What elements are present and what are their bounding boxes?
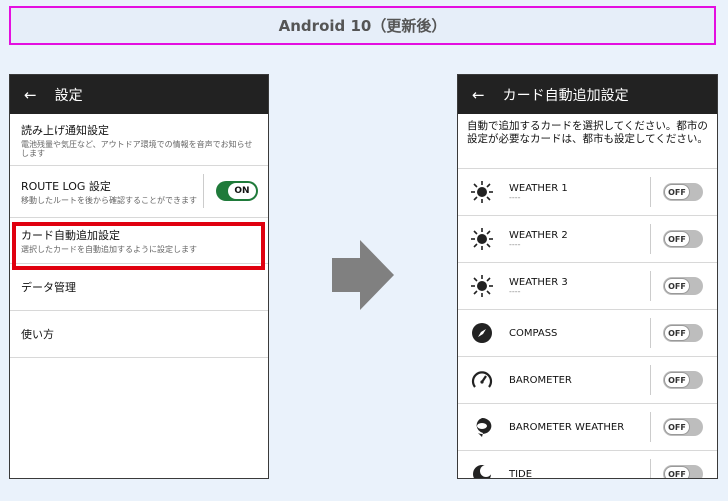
toggle-wrap: OFF	[650, 318, 703, 348]
back-arrow-icon[interactable]: ←	[472, 86, 485, 104]
card-auto-add-appbar: ← カード自動追加設定	[458, 75, 717, 114]
item-subtitle: 電池残量や気圧など、アウトドア環境での情報を音声でお知らせします	[21, 139, 253, 158]
card-row-compass[interactable]: COMPASS OFF	[458, 310, 717, 357]
card-toggle[interactable]: OFF	[663, 230, 703, 248]
card-row-weather-1[interactable]: WEATHER 1 ---- OFF	[458, 169, 717, 216]
sun-icon	[470, 180, 494, 204]
item-title: ROUTE LOG 設定	[21, 180, 111, 193]
settings-item-voice-notification[interactable]: 読み上げ通知設定 電池残量や気圧など、アウトドア環境での情報を音声でお知らせしま…	[10, 114, 268, 166]
item-subtitle: 選択したカードを自動追加するように設定します	[21, 245, 197, 254]
toggle-wrap: OFF	[650, 412, 703, 442]
card-auto-add-screen: ← カード自動追加設定 自動で追加するカードを選択してください。都市の設定が必要…	[457, 74, 718, 479]
toggle-label: OFF	[664, 184, 690, 200]
card-row-barometer[interactable]: BAROMETER OFF	[458, 357, 717, 404]
description-text: 自動で追加するカードを選択してください。都市の設定が必要なカードは、都市も設定し…	[458, 114, 717, 169]
toggle-label: OFF	[664, 372, 690, 388]
item-title: 読み上げ通知設定	[21, 123, 109, 137]
card-toggle[interactable]: OFF	[663, 324, 703, 342]
card-toggle[interactable]: OFF	[663, 183, 703, 201]
route-log-toggle[interactable]: ON	[216, 181, 258, 201]
toggle-label: OFF	[664, 278, 690, 294]
right-arrow-icon	[332, 240, 394, 310]
settings-item-data-management[interactable]: データ管理	[10, 264, 268, 311]
card-city: ----	[509, 239, 521, 249]
toggle-label: OFF	[664, 466, 690, 478]
settings-item-route-log[interactable]: ROUTE LOG 設定 移動したルートを後から確認することができます ON	[10, 166, 268, 218]
card-name: BAROMETER WEATHER	[509, 421, 625, 433]
card-toggle[interactable]: OFF	[663, 371, 703, 389]
card-name: BAROMETER	[509, 374, 572, 386]
sun-icon	[470, 274, 494, 298]
card-toggle[interactable]: OFF	[663, 418, 703, 436]
cloud-bubble-icon	[470, 415, 494, 439]
toggle-wrap: OFF	[650, 224, 703, 254]
item-title: 使い方	[21, 328, 54, 341]
settings-item-card-auto-add[interactable]: カード自動追加設定 選択したカードを自動追加するように設定します	[10, 218, 268, 264]
banner-title: Android 10（更新後）	[278, 17, 447, 35]
card-row-tide[interactable]: TIDE OFF	[458, 451, 717, 479]
toggle-wrap: OFF	[650, 365, 703, 395]
toggle-label: OFF	[664, 231, 690, 247]
settings-screen: ← 設定 読み上げ通知設定 電池残量や気圧など、アウトドア環境での情報を音声でお…	[9, 74, 269, 479]
gauge-icon	[470, 368, 494, 392]
toggle-label: OFF	[664, 419, 690, 435]
item-title: カード自動追加設定	[21, 229, 120, 242]
toggle-wrap: OFF	[650, 459, 703, 478]
item-subtitle: 移動したルートを後から確認することができます	[21, 196, 197, 205]
card-row-weather-3[interactable]: WEATHER 3 ---- OFF	[458, 263, 717, 310]
card-name: WEATHER 3	[509, 276, 568, 288]
card-name: COMPASS	[509, 327, 558, 339]
card-name: WEATHER 2	[509, 229, 568, 241]
settings-item-how-to-use[interactable]: 使い方	[10, 311, 268, 358]
item-title: データ管理	[21, 281, 76, 294]
card-city: ----	[509, 192, 521, 202]
card-row-weather-2[interactable]: WEATHER 2 ---- OFF	[458, 216, 717, 263]
card-auto-add-title: カード自動追加設定	[502, 87, 629, 104]
back-arrow-icon[interactable]: ←	[24, 86, 37, 104]
route-log-toggle-wrap: ON	[203, 174, 258, 208]
compass-icon	[470, 321, 494, 345]
sun-icon	[470, 227, 494, 251]
card-name: WEATHER 1	[509, 182, 568, 194]
moon-icon	[470, 462, 494, 478]
card-city: ----	[509, 286, 521, 296]
toggle-wrap: OFF	[650, 271, 703, 301]
page-banner: Android 10（更新後）	[9, 6, 716, 45]
settings-title: 設定	[54, 87, 83, 104]
toggle-wrap: OFF	[650, 177, 703, 207]
card-toggle[interactable]: OFF	[663, 277, 703, 295]
card-row-barometer-weather[interactable]: BAROMETER WEATHER OFF	[458, 404, 717, 451]
settings-appbar: ← 設定	[10, 75, 268, 114]
card-toggle[interactable]: OFF	[663, 465, 703, 478]
toggle-label: ON	[228, 183, 256, 199]
card-name: TIDE	[509, 468, 533, 479]
toggle-label: OFF	[664, 325, 690, 341]
